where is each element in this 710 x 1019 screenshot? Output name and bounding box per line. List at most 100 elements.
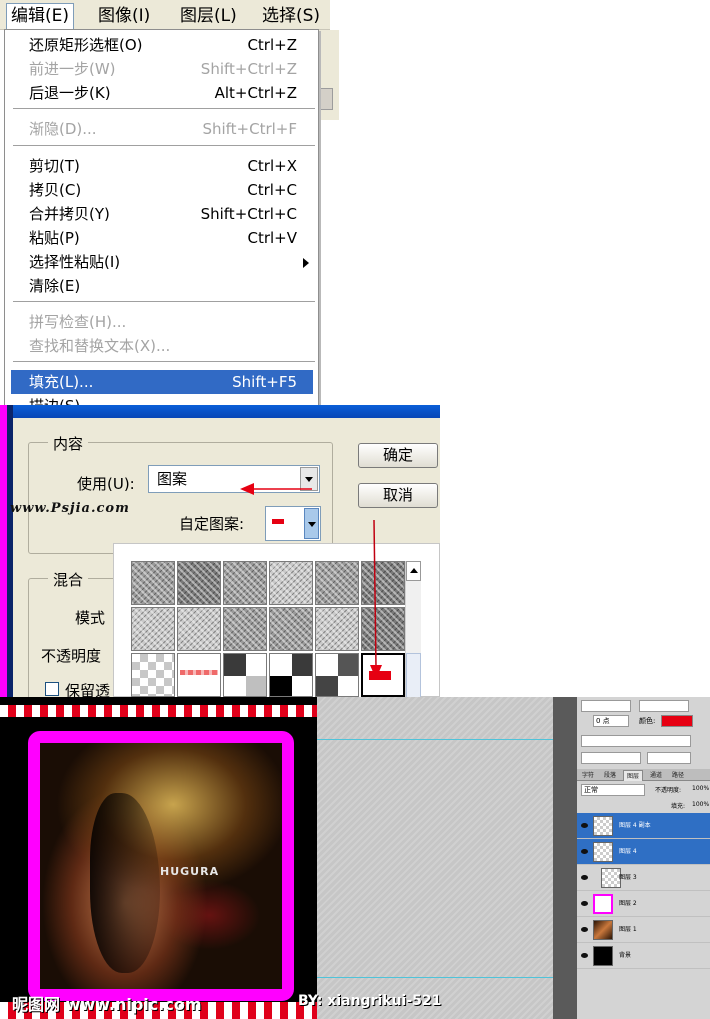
- fill-dialog-screenshot: 内容 使用(U): 图案 自定图案: 确定 取消 混合 模式 不透明度 保留透 …: [0, 405, 710, 697]
- layer-row[interactable]: 图层 2: [577, 891, 710, 917]
- scroll-thumb[interactable]: [406, 653, 421, 697]
- menu-item-clear[interactable]: 清除(E): [11, 274, 313, 298]
- pattern-swatch[interactable]: [177, 607, 221, 651]
- leading-field[interactable]: [639, 700, 689, 712]
- cancel-button[interactable]: 取消: [358, 483, 438, 508]
- tab-paths[interactable]: 路径: [669, 770, 687, 781]
- eye-icon[interactable]: [581, 927, 588, 932]
- pattern-swatch[interactable]: [269, 653, 313, 697]
- layers-panel: 0 点 颜色: 字符 段落 图层 通道 路径 正常 不透明度: 100% 填充:…: [577, 697, 710, 1019]
- eye-icon[interactable]: [581, 953, 588, 958]
- ok-button[interactable]: 确定: [358, 443, 438, 468]
- language-select[interactable]: [581, 752, 641, 764]
- custom-pattern-picker[interactable]: [265, 506, 321, 541]
- blend-mode-select[interactable]: 正常: [581, 784, 645, 796]
- menu-item-find-replace[interactable]: 查找和替换文本(X)...: [11, 334, 313, 358]
- fill-label: 填充:: [671, 803, 686, 810]
- preserve-transparency-checkbox[interactable]: [45, 682, 59, 696]
- menu-item-paste[interactable]: 粘贴(P) Ctrl+V: [11, 226, 313, 250]
- menu-edit[interactable]: 编辑(E): [6, 3, 75, 30]
- pattern-swatch[interactable]: [131, 653, 175, 697]
- tracking-field[interactable]: 0 点: [593, 715, 629, 727]
- selected-pattern-swatch[interactable]: [361, 653, 405, 697]
- pattern-grid: [131, 561, 405, 697]
- menu-item-step-backward[interactable]: 后退一步(K) Alt+Ctrl+Z: [11, 81, 313, 105]
- layer-thumbnail: [593, 816, 613, 836]
- menu-item-spell-check[interactable]: 拼写检查(H)...: [11, 310, 313, 334]
- menu-separator: [13, 145, 315, 147]
- pattern-preview: [272, 519, 284, 524]
- pattern-swatch[interactable]: [177, 561, 221, 605]
- style-buttons-row[interactable]: [581, 735, 691, 747]
- pattern-swatch[interactable]: [223, 653, 267, 697]
- color-label: 颜色:: [639, 717, 656, 725]
- chevron-down-icon[interactable]: [300, 467, 318, 491]
- preserve-label: 保留透: [65, 682, 111, 697]
- menu-select[interactable]: 选择(S): [258, 4, 324, 28]
- antialias-select[interactable]: [647, 752, 691, 764]
- tab-paragraph[interactable]: 段落: [601, 770, 619, 781]
- chevron-down-icon[interactable]: [304, 508, 319, 539]
- pattern-swatch[interactable]: [315, 607, 359, 651]
- menu-separator: [13, 301, 315, 303]
- layer-row[interactable]: 图层 4 副本: [577, 813, 710, 839]
- menu-item-copy-merged[interactable]: 合并拷贝(Y) Shift+Ctrl+C: [11, 202, 313, 226]
- layer-row[interactable]: 图层 1: [577, 917, 710, 943]
- pattern-swatch[interactable]: [223, 561, 267, 605]
- eye-icon[interactable]: [581, 901, 588, 906]
- menu-item-undo[interactable]: 还原矩形选框(O) Ctrl+Z: [11, 33, 313, 57]
- layer-thumbnail: [593, 894, 613, 914]
- layer-row[interactable]: 图层 3: [577, 865, 710, 891]
- layer-row[interactable]: 背景: [577, 943, 710, 969]
- pattern-swatch[interactable]: [315, 561, 359, 605]
- eye-icon[interactable]: [581, 849, 588, 854]
- content-group-title: 内容: [48, 433, 89, 454]
- menu-item-paste-special[interactable]: 选择性粘贴(I): [11, 250, 313, 274]
- menu-item-stroke[interactable]: 描边(S)...: [11, 394, 313, 405]
- background-button: [319, 88, 333, 110]
- eye-icon[interactable]: [581, 875, 588, 880]
- menu-image[interactable]: 图像(I): [94, 4, 154, 28]
- tab-character[interactable]: 字符: [579, 770, 597, 781]
- footer-watermark: 昵图网 www.nipic.com: [12, 995, 202, 1014]
- font-size-field[interactable]: [581, 700, 631, 712]
- menu-item-copy[interactable]: 拷贝(C) Ctrl+C: [11, 178, 313, 202]
- pattern-swatch[interactable]: [131, 561, 175, 605]
- fill-value[interactable]: 100%: [692, 801, 709, 808]
- tab-channels[interactable]: 通道: [647, 770, 665, 781]
- edit-dropdown-menu: 还原矩形选框(O) Ctrl+Z 前进一步(W) Shift+Ctrl+Z 后退…: [4, 29, 319, 405]
- menu-separator: [13, 361, 315, 363]
- use-select[interactable]: 图案: [148, 465, 320, 493]
- layer-thumbnail: [601, 868, 621, 888]
- pattern-swatch[interactable]: [361, 561, 405, 605]
- scroll-up-icon[interactable]: [406, 561, 421, 581]
- opacity-value[interactable]: 100%: [692, 785, 709, 792]
- text-color-swatch[interactable]: [661, 715, 693, 727]
- pattern-swatch[interactable]: [269, 561, 313, 605]
- layer-thumbnail: [593, 946, 613, 966]
- menu-item-fill[interactable]: 填充(L)... Shift+F5: [11, 370, 313, 394]
- menu-item-cut[interactable]: 剪切(T) Ctrl+X: [11, 154, 313, 178]
- pattern-picker-popup: [113, 543, 440, 697]
- edit-menu-screenshot: 编辑(E) 图像(I) 图层(L) 选择(S) 还原矩形选框(O) Ctrl+Z…: [0, 0, 710, 405]
- opacity-label: 不透明度:: [655, 787, 682, 794]
- layer-row[interactable]: 图层 4: [577, 839, 710, 865]
- eye-icon[interactable]: [581, 823, 588, 828]
- pattern-swatch[interactable]: [315, 653, 359, 697]
- menu-separator: [13, 108, 315, 110]
- tab-layers[interactable]: 图层: [623, 770, 644, 781]
- pattern-swatch[interactable]: [177, 653, 221, 697]
- pattern-swatch[interactable]: [223, 607, 267, 651]
- panel-divider: [553, 697, 577, 1019]
- menu-item-step-forward[interactable]: 前进一步(W) Shift+Ctrl+Z: [11, 57, 313, 81]
- menu-item-fade[interactable]: 渐隐(D)... Shift+Ctrl+F: [11, 117, 313, 141]
- pattern-swatch[interactable]: [131, 607, 175, 651]
- menu-layer[interactable]: 图层(L): [176, 4, 241, 28]
- dialog-titlebar: [13, 405, 440, 418]
- custom-pattern-label: 自定图案:: [179, 515, 245, 533]
- picker-scrollbar[interactable]: [405, 561, 421, 697]
- pattern-swatch[interactable]: [361, 607, 405, 651]
- document-canvas[interactable]: [0, 697, 317, 1019]
- panel-tabs: 字符 段落 图层 通道 路径: [577, 769, 710, 781]
- pattern-swatch[interactable]: [269, 607, 313, 651]
